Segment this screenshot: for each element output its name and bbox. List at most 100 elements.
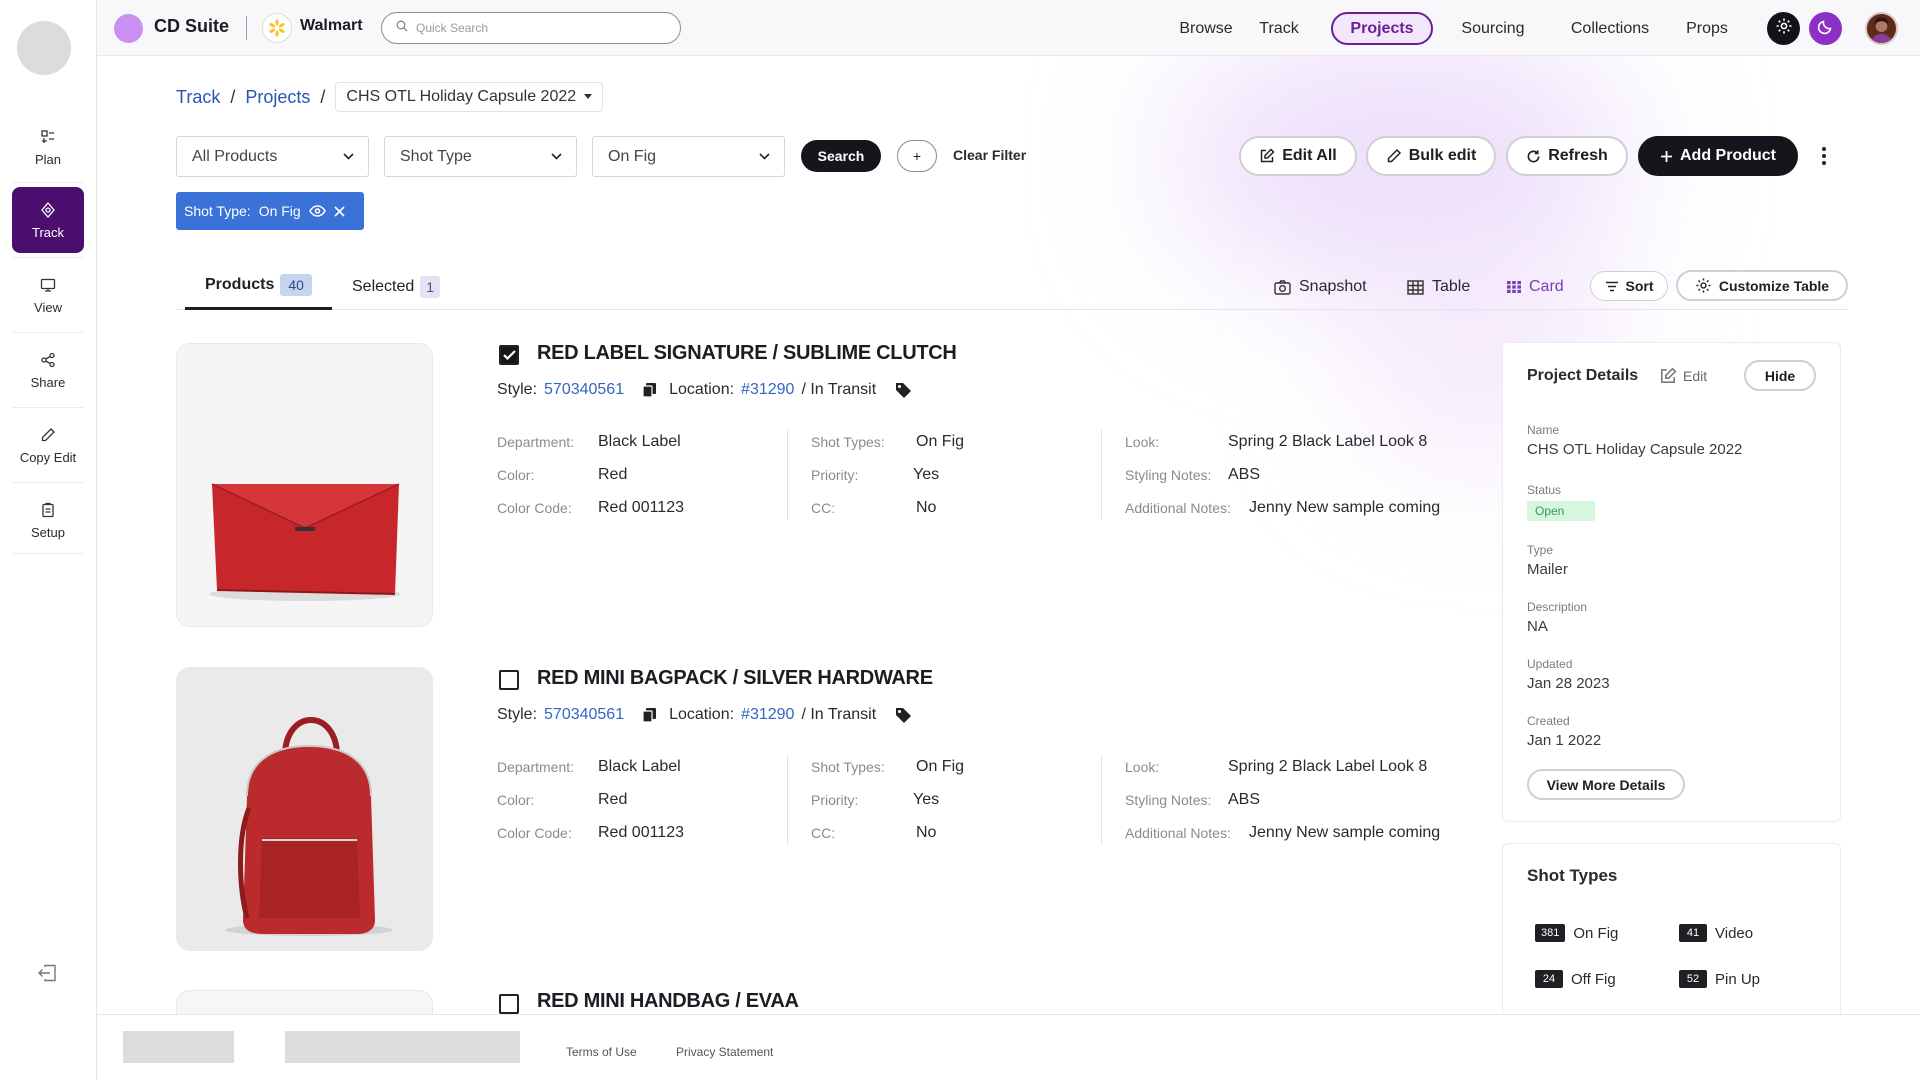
terms-of-use-link[interactable]: Terms of Use: [566, 1045, 637, 1059]
product-title[interactable]: RED LABEL SIGNATURE / SUBLIME CLUTCH: [537, 342, 957, 365]
gear-icon: [1696, 278, 1711, 293]
nav-props[interactable]: Props: [1679, 12, 1735, 45]
shot-type-select[interactable]: Shot Type: [384, 136, 577, 177]
style-link[interactable]: 570340561: [544, 381, 624, 399]
project-details-panel: Project Details Edit Hide Name CHS OTL H…: [1502, 342, 1841, 822]
sort-icon: [1605, 281, 1618, 291]
product-meta: Style: 570340561 Location: #31290 / In T…: [497, 706, 912, 724]
clear-filter-link[interactable]: Clear Filter: [953, 147, 1026, 163]
clipboard-icon: [39, 501, 57, 519]
nav-collections[interactable]: Collections: [1557, 12, 1663, 45]
customize-table-button[interactable]: Customize Table: [1676, 270, 1848, 301]
nav-browse[interactable]: Browse: [1171, 12, 1241, 45]
sidebar-item-share[interactable]: Share: [12, 337, 84, 403]
project-selector[interactable]: CHS OTL Holiday Capsule 2022: [335, 82, 604, 112]
breadcrumb-track[interactable]: Track: [176, 87, 220, 108]
edit-all-button[interactable]: Edit All: [1239, 136, 1357, 176]
theme-toggle[interactable]: [1809, 12, 1842, 45]
sidebar-item-setup[interactable]: Setup: [12, 487, 84, 553]
track-icon: [39, 201, 57, 219]
product-title[interactable]: RED MINI HANDBAG / EVAA: [537, 990, 799, 1013]
sidebar-item-label: Setup: [31, 524, 65, 540]
shot-type-item[interactable]: 41 Video: [1679, 924, 1753, 942]
breadcrumb-projects[interactable]: Projects: [245, 87, 310, 108]
tag-icon[interactable]: [895, 707, 912, 724]
sidebar-item-label: Plan: [34, 151, 62, 167]
detail-updated: Updated Jan 28 2023: [1527, 657, 1610, 692]
nav-sourcing[interactable]: Sourcing: [1448, 12, 1538, 45]
add-product-button[interactable]: Add Product: [1638, 136, 1798, 176]
search-button[interactable]: Search: [801, 140, 881, 172]
settings-button[interactable]: [1767, 12, 1800, 45]
pencil-icon: [1387, 148, 1401, 163]
style-link[interactable]: 570340561: [544, 706, 624, 724]
more-options-icon[interactable]: [1818, 142, 1830, 170]
location-link[interactable]: #31290: [741, 706, 794, 724]
footer-text-placeholder: [285, 1031, 520, 1063]
detail-created: Created Jan 1 2022: [1527, 714, 1602, 749]
walmart-spark-icon: [262, 13, 292, 43]
nav-track[interactable]: Track: [1249, 12, 1309, 45]
user-avatar[interactable]: [1865, 12, 1898, 45]
close-icon[interactable]: [334, 205, 345, 217]
add-filter-button[interactable]: +: [897, 140, 937, 172]
check-icon: [502, 350, 516, 360]
on-fig-select[interactable]: On Fig: [592, 136, 785, 177]
eye-icon[interactable]: [308, 205, 326, 217]
view-table[interactable]: Table: [1407, 272, 1470, 302]
app-name: CD Suite: [154, 16, 230, 36]
caret-down-icon: [584, 94, 593, 99]
view-snapshot[interactable]: Snapshot: [1274, 272, 1367, 302]
shot-type-item[interactable]: 52 Pin Up: [1679, 970, 1760, 988]
view-card[interactable]: Card: [1507, 272, 1564, 302]
products-filter-select[interactable]: All Products: [176, 136, 369, 177]
sidebar-item-view[interactable]: View: [12, 262, 84, 328]
sidebar-item-track[interactable]: Track: [12, 187, 84, 253]
products-count-badge: 40: [280, 274, 312, 296]
tag-icon[interactable]: [895, 382, 912, 399]
product-checkbox[interactable]: [499, 345, 519, 365]
sidebar-item-label: Track: [31, 224, 65, 240]
product-image[interactable]: [176, 667, 433, 951]
shot-types-title: Shot Types: [1527, 866, 1618, 885]
search-input[interactable]: [416, 21, 656, 35]
app-logo[interactable]: [17, 21, 71, 75]
chevron-down-icon: [551, 153, 562, 160]
privacy-statement-link[interactable]: Privacy Statement: [676, 1045, 773, 1059]
product-image[interactable]: [176, 343, 433, 627]
top-bar: CD Suite Walmart Browse Track Projects S…: [97, 0, 1920, 56]
sidebar-item-copy-edit[interactable]: Copy Edit: [12, 412, 84, 478]
copy-icon[interactable]: [643, 708, 657, 722]
tab-products[interactable]: Products 40: [185, 263, 332, 310]
plus-icon: [1661, 150, 1672, 162]
quick-search[interactable]: [381, 12, 681, 44]
camera-icon: [1274, 279, 1291, 295]
sort-button[interactable]: Sort: [1590, 271, 1668, 301]
search-icon: [396, 19, 408, 37]
shot-types-panel: Shot Types 381 On Fig 41 Video 24 Off Fig 5…: [1502, 843, 1841, 1023]
bulk-edit-button[interactable]: Bulk edit: [1366, 136, 1496, 176]
sidebar-item-label: Share: [30, 374, 66, 390]
logout-icon[interactable]: [36, 962, 58, 984]
product-checkbox[interactable]: [499, 994, 519, 1014]
hide-button[interactable]: Hide: [1744, 360, 1816, 391]
refresh-button[interactable]: Refresh: [1506, 136, 1628, 176]
shot-type-item[interactable]: 24 Off Fig: [1535, 970, 1616, 988]
location-link[interactable]: #31290: [741, 381, 794, 399]
sidebar-item-label: View: [34, 299, 62, 315]
view-more-details-button[interactable]: View More Details: [1527, 769, 1685, 800]
product-title[interactable]: RED MINI BAGPACK / SILVER HARDWARE: [537, 667, 933, 690]
monitor-icon: [39, 276, 57, 294]
detail-description: Description NA: [1527, 600, 1588, 635]
nav-projects[interactable]: Projects: [1331, 12, 1433, 45]
tab-selected[interactable]: Selected 1: [332, 263, 460, 310]
sidebar-item-plan[interactable]: Plan: [12, 114, 84, 180]
gear-icon: [1775, 17, 1793, 40]
edit-details-button[interactable]: Edit: [1659, 367, 1707, 385]
sidebar: Plan Track View Share Copy Edit Setup: [0, 0, 97, 1080]
product-checkbox[interactable]: [499, 670, 519, 690]
shot-type-item[interactable]: 381 On Fig: [1535, 924, 1618, 942]
brand-logo[interactable]: [114, 14, 143, 43]
filter-chip: Shot Type: On Fig: [176, 192, 364, 230]
copy-icon[interactable]: [643, 383, 657, 397]
